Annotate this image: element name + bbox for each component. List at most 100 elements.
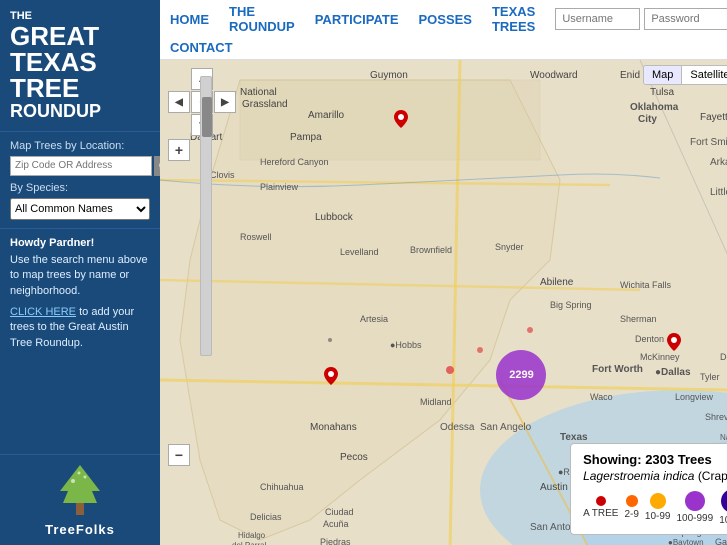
treefolks-area: TreeFolks: [0, 455, 160, 545]
svg-text:Monahans: Monahans: [310, 422, 357, 433]
svg-text:Fort Smith: Fort Smith: [690, 137, 727, 148]
svg-text:DeSoto: DeSoto: [720, 352, 727, 362]
legend-color-single: [596, 496, 606, 506]
svg-text:Snyder: Snyder: [495, 242, 524, 252]
svg-text:Pampa: Pampa: [290, 132, 322, 143]
logo-area: THE GREAT TEXAS TREE ROUNDUP: [0, 0, 160, 132]
svg-text:National Forest: National Forest: [720, 433, 727, 442]
svg-text:Acuña: Acuña: [323, 519, 349, 529]
svg-text:Grassland: Grassland: [242, 99, 288, 110]
zoom-in-btn[interactable]: +: [168, 139, 190, 161]
login-row: LOGIN: [555, 8, 727, 30]
map-type-satellite-btn[interactable]: Satellite: [682, 66, 727, 84]
legend-color-100-999: [685, 491, 705, 511]
svg-text:Levelland: Levelland: [340, 247, 379, 257]
howdy-title: Howdy Pardner!: [10, 237, 150, 249]
svg-text:Delicias: Delicias: [250, 512, 282, 522]
svg-text:Sherman: Sherman: [620, 314, 657, 324]
click-here-link[interactable]: CLICK HERE: [10, 306, 76, 318]
treefolks-label: TreeFolks: [45, 522, 115, 537]
cluster-count: 2299: [509, 369, 533, 381]
svg-text:Fort Worth: Fort Worth: [592, 364, 643, 375]
map-pin-1[interactable]: [394, 110, 408, 128]
svg-text:Oklahoma: Oklahoma: [630, 102, 679, 113]
top-nav: HOME THE ROUNDUP PARTICIPATE POSSES TEXA…: [160, 0, 727, 60]
map-pin-3[interactable]: [667, 333, 681, 351]
nav-row1: HOME THE ROUNDUP PARTICIPATE POSSES TEXA…: [160, 0, 727, 38]
howdy-text1: Use the search menu above to map trees b…: [10, 253, 150, 299]
svg-text:Wichita Falls: Wichita Falls: [620, 280, 672, 290]
location-label: Map Trees by Location:: [10, 140, 150, 152]
zip-input[interactable]: [10, 156, 152, 176]
pan-left-btn[interactable]: ◀: [168, 91, 190, 113]
legend-species-latin: Lagerstroemia indica: [583, 469, 694, 483]
svg-text:●Hobbs: ●Hobbs: [390, 340, 422, 350]
cluster-austin[interactable]: 2299: [496, 350, 546, 400]
svg-text:National: National: [240, 87, 277, 98]
svg-text:Austin: Austin: [540, 482, 568, 493]
svg-text:Texas: Texas: [560, 432, 588, 443]
legend-label-2-9: 2-9: [624, 509, 638, 520]
legend-species: Lagerstroemia indica (Crapemyrtle): [583, 469, 727, 483]
nav-row2: CONTACT: [160, 38, 727, 59]
legend-dot-1: A TREE: [583, 496, 618, 519]
nav-posses[interactable]: POSSES: [419, 12, 472, 27]
sidebar: THE GREAT TEXAS TREE ROUNDUP Map Trees b…: [0, 0, 160, 545]
svg-text:Enid: Enid: [620, 70, 640, 81]
legend-dot-5: 1000+: [719, 489, 727, 526]
legend-label-100-999: 100-999: [676, 513, 713, 524]
pan-right-btn[interactable]: ▶: [214, 91, 236, 113]
svg-text:Denton: Denton: [635, 334, 664, 344]
howdy-text2: CLICK HERE to add your trees to the Grea…: [10, 305, 150, 351]
svg-text:Arkansas: Arkansas: [710, 157, 727, 168]
logo-title: THE GREAT TEXAS TREE ROUNDUP: [10, 10, 150, 123]
map-type-buttons: Map Satellite Terrain: [643, 65, 727, 85]
password-input[interactable]: [644, 8, 727, 30]
svg-text:Chihuahua: Chihuahua: [260, 482, 304, 492]
nav-roundup[interactable]: THE ROUNDUP: [229, 4, 295, 34]
legend-count: 2303 Trees: [645, 452, 712, 467]
svg-text:Shreveport: Shreveport: [705, 412, 727, 422]
map-zoom-scrollbar[interactable]: [200, 76, 212, 356]
svg-text:Tulsa: Tulsa: [650, 87, 675, 98]
svg-text:Fayetteville: Fayetteville: [700, 112, 727, 123]
svg-text:Tyler: Tyler: [700, 372, 720, 382]
svg-text:Lubbock: Lubbock: [315, 212, 354, 223]
svg-text:McKinney: McKinney: [640, 352, 680, 362]
logo-texas: TEXAS: [10, 49, 150, 75]
legend-dot-3: 10-99: [645, 493, 671, 522]
svg-text:Roswell: Roswell: [240, 232, 272, 242]
species-select[interactable]: All Common Names Oak Pecan Cedar Elm Liv…: [10, 198, 150, 220]
map-pin-2[interactable]: [324, 367, 338, 385]
zoom-out-btn[interactable]: −: [168, 444, 190, 466]
svg-text:Piedras: Piedras: [320, 537, 351, 545]
map-zoom-thumb[interactable]: [202, 97, 212, 137]
svg-text:del Parral: del Parral: [232, 541, 266, 545]
nav-contact[interactable]: CONTACT: [170, 40, 233, 55]
svg-text:Abilene: Abilene: [540, 277, 574, 288]
map-type-map-btn[interactable]: Map: [644, 66, 682, 84]
svg-text:Waco: Waco: [590, 392, 613, 402]
nav-texas-trees[interactable]: TEXAS TREES: [492, 4, 535, 34]
logo-great: GREAT: [10, 23, 150, 49]
legend-color-2-9: [626, 495, 638, 507]
treefolks-icon: [55, 463, 105, 518]
species-label: By Species:: [10, 182, 150, 194]
legend-label-10-99: 10-99: [645, 511, 671, 522]
nav-participate[interactable]: PARTICIPATE: [315, 12, 399, 27]
legend-label-1000plus: 1000+: [719, 515, 727, 526]
svg-text:Hidalgo: Hidalgo: [238, 531, 266, 540]
svg-text:City: City: [638, 114, 657, 125]
svg-text:Galveston: Galveston: [715, 537, 727, 545]
map-background: Guymon Woodward Enid Tulsa Fayetteville …: [160, 60, 727, 545]
search-section: Map Trees by Location: go. By Species: A…: [0, 132, 160, 229]
nav-home[interactable]: HOME: [170, 12, 209, 27]
svg-text:Plainview: Plainview: [260, 182, 299, 192]
svg-text:Artesia: Artesia: [360, 314, 388, 324]
zip-row: go.: [10, 156, 150, 176]
map-container[interactable]: Guymon Woodward Enid Tulsa Fayetteville …: [160, 60, 727, 545]
username-input[interactable]: [555, 8, 640, 30]
legend-box: Showing: 2303 Trees Lagerstroemia indica…: [570, 443, 727, 535]
svg-text:Odessa: Odessa: [440, 422, 475, 433]
logo-tree: TREE: [10, 75, 150, 101]
